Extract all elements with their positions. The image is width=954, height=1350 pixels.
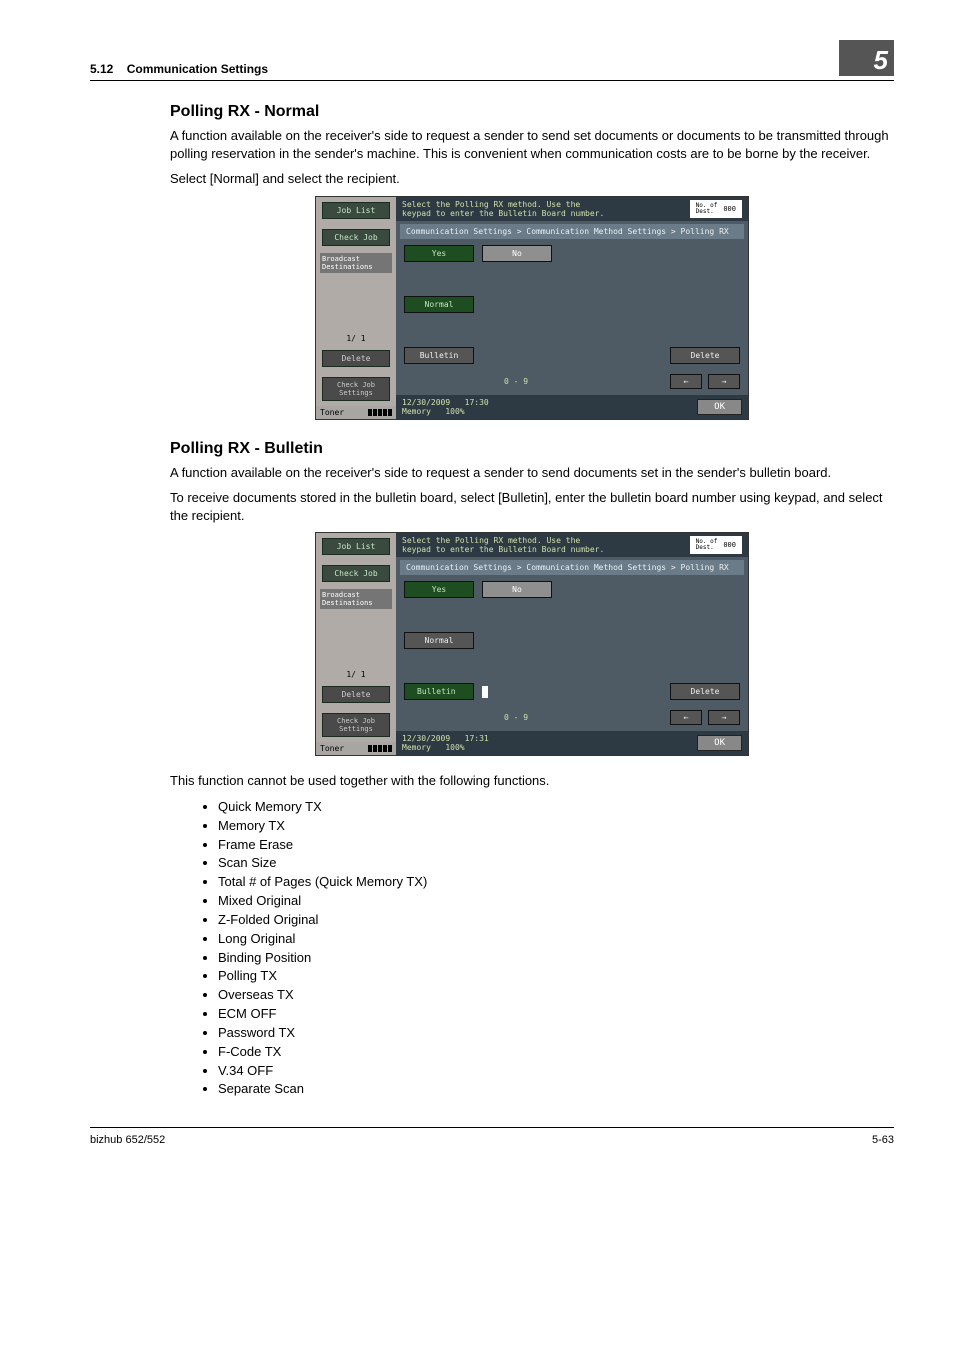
dest-badge: No. of Dest. 000 <box>690 200 742 218</box>
section-title: Communication Settings <box>127 62 268 76</box>
delete-button[interactable]: Delete <box>670 683 740 700</box>
polling-rx-bulletin-desc: A function available on the receiver's s… <box>170 464 894 482</box>
bulletin-button[interactable]: Bulletin <box>404 683 474 700</box>
list-item: Quick Memory TX <box>218 798 894 817</box>
left-delete-button[interactable]: Delete <box>322 686 390 703</box>
footer-left: bizhub 652/552 <box>90 1134 165 1146</box>
range-label: 0 - 9 <box>504 377 528 386</box>
list-item: Scan Size <box>218 854 894 873</box>
list-item: Long Original <box>218 930 894 949</box>
arrow-left-button[interactable]: ← <box>670 374 702 389</box>
yes-button[interactable]: Yes <box>404 581 474 598</box>
screenshot-top-bar: Select the Polling RX method. Use the ke… <box>396 197 748 221</box>
dest-label: No. of Dest. <box>696 203 718 215</box>
date: 12/30/2009 <box>402 734 450 743</box>
polling-rx-bulletin-heading: Polling RX - Bulletin <box>170 440 894 458</box>
list-item: Z-Folded Original <box>218 911 894 930</box>
toner-indicator: Toner <box>316 406 396 419</box>
dest-count: 000 <box>723 541 736 549</box>
polling-rx-bulletin-instruction: To receive documents stored in the bulle… <box>170 489 894 524</box>
page-header: 5.12 Communication Settings 5 <box>90 40 894 81</box>
job-list-button[interactable]: Job List <box>322 538 390 555</box>
check-job-button[interactable]: Check Job <box>322 229 390 246</box>
list-item: Separate Scan <box>218 1080 894 1099</box>
screenshot-right-panel: Select the Polling RX method. Use the ke… <box>396 197 748 419</box>
date: 12/30/2009 <box>402 398 450 407</box>
list-item: ECM OFF <box>218 1005 894 1024</box>
screenshot-top-bar: Select the Polling RX method. Use the ke… <box>396 533 748 557</box>
footer-right: 5-63 <box>872 1134 894 1146</box>
toner-label: Toner <box>320 744 344 753</box>
bottom-info: 12/30/2009 17:30 Memory 100% <box>402 398 489 416</box>
incompatible-list: Quick Memory TXMemory TXFrame EraseScan … <box>170 798 894 1100</box>
hint-text: Select the Polling RX method. Use the ke… <box>402 200 604 218</box>
incompatible-intro: This function cannot be used together wi… <box>170 772 894 790</box>
chapter-number: 5 <box>839 40 894 76</box>
polling-rx-normal-desc: A function available on the receiver's s… <box>170 127 894 162</box>
list-item: Total # of Pages (Quick Memory TX) <box>218 873 894 892</box>
memory-label: Memory <box>402 407 431 416</box>
job-list-button[interactable]: Job List <box>322 202 390 219</box>
memory-label: Memory <box>402 743 431 752</box>
bulletin-button[interactable]: Bulletin <box>404 347 474 364</box>
normal-button[interactable]: Normal <box>404 296 474 313</box>
polling-rx-normal-heading: Polling RX - Normal <box>170 103 894 121</box>
page-indicator: 1/ 1 <box>316 670 396 679</box>
hint-text: Select the Polling RX method. Use the ke… <box>402 536 604 554</box>
no-button[interactable]: No <box>482 581 552 598</box>
list-item: V.34 OFF <box>218 1062 894 1081</box>
page-footer: bizhub 652/552 5-63 <box>90 1127 894 1146</box>
bulletin-label: Bulletin <box>417 687 456 696</box>
breadcrumb: Communication Settings > Communication M… <box>400 560 744 575</box>
delete-button[interactable]: Delete <box>670 347 740 364</box>
list-item: Overseas TX <box>218 986 894 1005</box>
broadcast-label: Broadcast Destinations <box>320 253 392 273</box>
broadcast-label: Broadcast Destinations <box>320 589 392 609</box>
time: 17:30 <box>465 398 489 407</box>
left-delete-button[interactable]: Delete <box>322 350 390 367</box>
list-item: Mixed Original <box>218 892 894 911</box>
list-item: Password TX <box>218 1024 894 1043</box>
dest-badge: No. of Dest. 000 <box>690 536 742 554</box>
memory-pct: 100% <box>445 743 464 752</box>
memory-pct: 100% <box>445 407 464 416</box>
screenshot-right-panel: Select the Polling RX method. Use the ke… <box>396 533 748 755</box>
arrow-right-button[interactable]: → <box>708 710 740 725</box>
check-job-button[interactable]: Check Job <box>322 565 390 582</box>
list-item: Binding Position <box>218 949 894 968</box>
list-item: Polling TX <box>218 967 894 986</box>
toner-indicator: Toner <box>316 742 396 755</box>
screenshot-bulletin: Job List Check Job Broadcast Destination… <box>315 532 749 756</box>
check-job-settings-button[interactable]: Check Job Settings <box>322 713 390 737</box>
page-indicator: 1/ 1 <box>316 334 396 343</box>
screenshot-bottom-bar: 12/30/2009 17:30 Memory 100% OK <box>396 395 748 419</box>
yes-button[interactable]: Yes <box>404 245 474 262</box>
polling-rx-normal-instruction: Select [Normal] and select the recipient… <box>170 170 894 188</box>
time: 17:31 <box>465 734 489 743</box>
list-item: Memory TX <box>218 817 894 836</box>
list-item: Frame Erase <box>218 836 894 855</box>
input-cursor-icon <box>482 686 488 698</box>
no-button[interactable]: No <box>482 245 552 262</box>
bottom-info: 12/30/2009 17:31 Memory 100% <box>402 734 489 752</box>
normal-button[interactable]: Normal <box>404 632 474 649</box>
screenshot-left-panel: Job List Check Job Broadcast Destination… <box>316 533 396 755</box>
list-item: F-Code TX <box>218 1043 894 1062</box>
dest-label: No. of Dest. <box>696 539 718 551</box>
check-job-settings-button[interactable]: Check Job Settings <box>322 377 390 401</box>
dest-count: 000 <box>723 205 736 213</box>
ok-button[interactable]: OK <box>697 399 742 415</box>
arrow-right-button[interactable]: → <box>708 374 740 389</box>
toner-label: Toner <box>320 408 344 417</box>
breadcrumb: Communication Settings > Communication M… <box>400 224 744 239</box>
screenshot-bottom-bar: 12/30/2009 17:31 Memory 100% OK <box>396 731 748 755</box>
ok-button[interactable]: OK <box>697 735 742 751</box>
screenshot-left-panel: Job List Check Job Broadcast Destination… <box>316 197 396 419</box>
arrow-left-button[interactable]: ← <box>670 710 702 725</box>
header-left: 5.12 Communication Settings <box>90 62 268 76</box>
range-label: 0 - 9 <box>504 713 528 722</box>
section-number: 5.12 <box>90 62 113 76</box>
screenshot-normal: Job List Check Job Broadcast Destination… <box>315 196 749 420</box>
